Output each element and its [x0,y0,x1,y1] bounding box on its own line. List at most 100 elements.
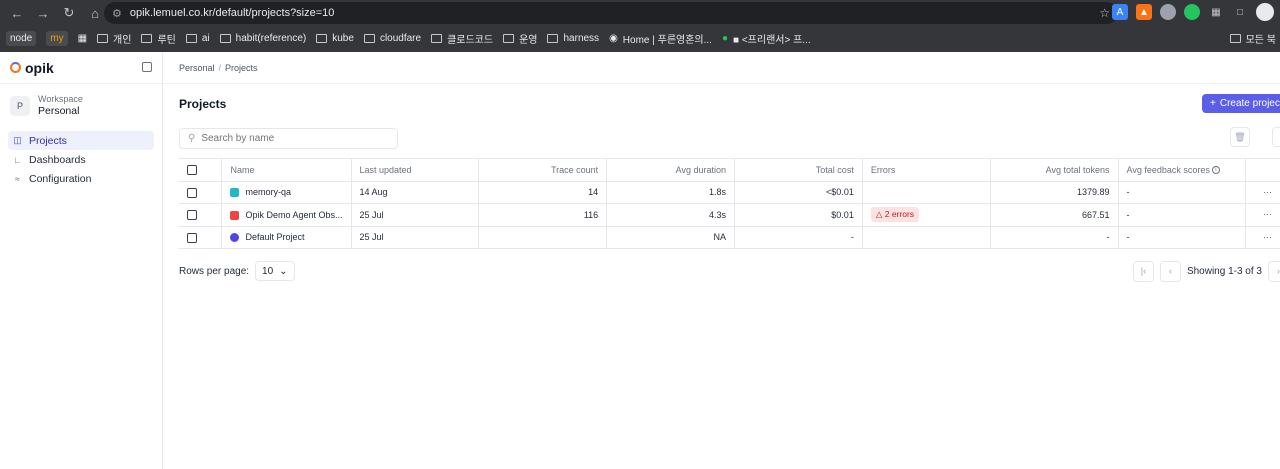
bookmark-folder[interactable]: 루틴 [141,31,176,46]
breadcrumb-root[interactable]: Personal [179,63,215,73]
search-box[interactable]: ⚲ [179,127,398,149]
delete-button[interactable]: 🗑 [1230,127,1250,147]
bookmark-folder[interactable]: ai [185,33,210,44]
sidebar-item-label: Projects [29,134,67,147]
main-content: Personal / Projects Projects + Create pr… [163,52,1280,469]
bookmark-item[interactable]: ● ■ <프리랜서> 프... [722,31,811,46]
error-badge[interactable]: △ 2 errors [870,207,920,223]
reload-icon[interactable]: ↻ [58,2,80,24]
column-header-avg-feedback-scores[interactable]: Avg feedback scores i [1117,158,1246,182]
pagination-controls: |‹ ‹ Showing 1-3 of 3 › [1132,260,1280,282]
address-bar[interactable]: ⚙ opik.lemuel.co.kr/default/projects?siz… [104,2,1118,24]
row-actions-icon[interactable]: ⋯ [1245,226,1280,249]
bookmark-folder[interactable]: 운영 [503,31,537,46]
trace-count-cell: 116 [478,203,607,227]
puzzle-icon[interactable]: ▦ [1208,4,1224,20]
bookmark-item[interactable]: ◉ Home | 푸른영혼의... [609,31,712,46]
browser-toolbar: ← → ↻ ⌂ ⚙ opik.lemuel.co.kr/default/proj… [0,0,1280,26]
rows-per-page-select[interactable]: 10 ⌄ [255,261,295,281]
sidebar-item-dashboards[interactable]: ∟ Dashboards [8,150,154,169]
first-page-button[interactable]: |‹ [1132,260,1154,282]
project-name[interactable]: Default Project [245,232,304,242]
select-all-cell[interactable] [179,158,222,182]
create-project-button[interactable]: + Create project [1202,94,1280,113]
extensions: A ▲ ▦ □ [1112,3,1274,21]
extension-icon[interactable] [1184,4,1200,20]
project-name-cell[interactable]: memory-qa [221,181,351,204]
row-checkbox[interactable] [187,210,197,221]
back-icon[interactable]: ← [6,2,28,24]
plus-icon: + [1210,98,1216,109]
bookmark-folder[interactable]: 개인 [97,31,131,46]
info-icon[interactable]: i [1211,166,1220,175]
errors-cell: △ 2 errors [861,203,991,227]
workspace-selector[interactable]: P Workspace Personal [0,84,162,127]
app: opik P Workspace Personal ◫ Projects ∟ D… [0,52,1280,469]
apps-icon[interactable]: ▦ [78,33,87,44]
breadcrumb-separator: / [218,62,222,73]
profile-avatar[interactable] [1256,3,1274,21]
table-header-row: Name Last updated Trace count Avg durati… [179,158,1280,182]
bookmark-label: harness [563,32,600,44]
table-row[interactable]: Default Project 25 Jul NA - - - ⋯ [179,226,1280,249]
bookmark-star-icon[interactable]: ☆ [1099,6,1110,20]
table-row[interactable]: Opik Demo Agent Obs... 25 Jul 116 4.3s $… [179,203,1280,227]
chevron-down-icon: ⌄ [279,265,288,277]
folder-icon [219,33,231,43]
project-name-cell[interactable]: Opik Demo Agent Obs... [221,203,351,227]
page-title: Projects [179,97,227,111]
column-header-trace-count[interactable]: Trace count [478,158,607,182]
bookmark-label: 루틴 [157,34,176,46]
bookmark-folder[interactable]: 클로드코드 [431,31,493,46]
bookmark-folder[interactable]: habit(reference) [219,32,307,44]
folder-icon [141,33,153,43]
column-header-actions [1245,158,1280,182]
project-name-cell[interactable]: Default Project [221,226,351,249]
project-icon [230,210,240,220]
collapse-sidebar-icon[interactable] [142,62,152,72]
column-header-errors[interactable]: Errors [861,158,991,182]
bookmark-folder[interactable]: harness [547,33,599,44]
row-actions-icon[interactable]: ⋯ [1245,181,1280,204]
site-info-icon[interactable]: ⚙ [112,7,122,20]
next-page-button[interactable]: › [1268,260,1280,282]
bookmark-folder[interactable]: kube [316,33,354,44]
project-name[interactable]: memory-qa [245,187,291,197]
extension-icon[interactable] [1160,4,1176,20]
column-header-avg-total-tokens[interactable]: Avg total tokens [989,158,1119,182]
bookmark-label: habit(reference) [235,32,307,44]
sidebar-item-projects[interactable]: ◫ Projects [8,131,154,150]
bookmark-item[interactable]: node [6,30,37,46]
sidebar-item-configuration[interactable]: ≈ Configuration [8,169,154,188]
search-icon: ⚲ [188,132,196,144]
column-header-last-updated[interactable]: Last updated [350,158,479,182]
row-checkbox[interactable] [187,232,197,243]
home-icon[interactable]: ⌂ [84,2,106,24]
row-select-cell[interactable] [179,181,222,204]
bookmark-folder[interactable]: 모든 북 [1229,31,1276,46]
translate-extension-icon[interactable]: A [1112,4,1128,20]
row-select-cell[interactable] [179,226,222,249]
pagination: Rows per page: 10 ⌄ |‹ ‹ Showing 1-3 of … [179,260,1280,282]
table-row[interactable]: memory-qa 14 Aug 14 1.8s <$0.01 1379.89 … [179,181,1280,204]
bookmark-folder[interactable]: cloudfare [363,33,421,44]
bookmark-item[interactable]: my [46,30,68,46]
search-input[interactable] [201,132,382,144]
prev-page-button[interactable]: ‹ [1159,260,1181,282]
extension-icon[interactable]: ▲ [1136,4,1152,20]
columns-button[interactable] [1272,127,1280,147]
project-name[interactable]: Opik Demo Agent Obs... [245,210,342,220]
row-checkbox[interactable] [187,187,197,198]
errors-cell [861,226,991,249]
forward-icon[interactable]: → [32,2,54,24]
row-select-cell[interactable] [179,203,222,227]
column-header-avg-duration[interactable]: Avg duration [606,158,735,182]
sidepanel-icon[interactable]: □ [1232,4,1248,20]
column-header-total-cost[interactable]: Total cost [734,158,863,182]
row-actions-icon[interactable]: ⋯ [1245,203,1280,227]
trash-icon: 🗑 [1234,131,1246,142]
leaf-icon: ● [721,32,729,44]
column-header-name[interactable]: Name [221,158,351,182]
select-all-checkbox[interactable] [187,165,197,176]
logo[interactable]: opik [10,60,54,76]
